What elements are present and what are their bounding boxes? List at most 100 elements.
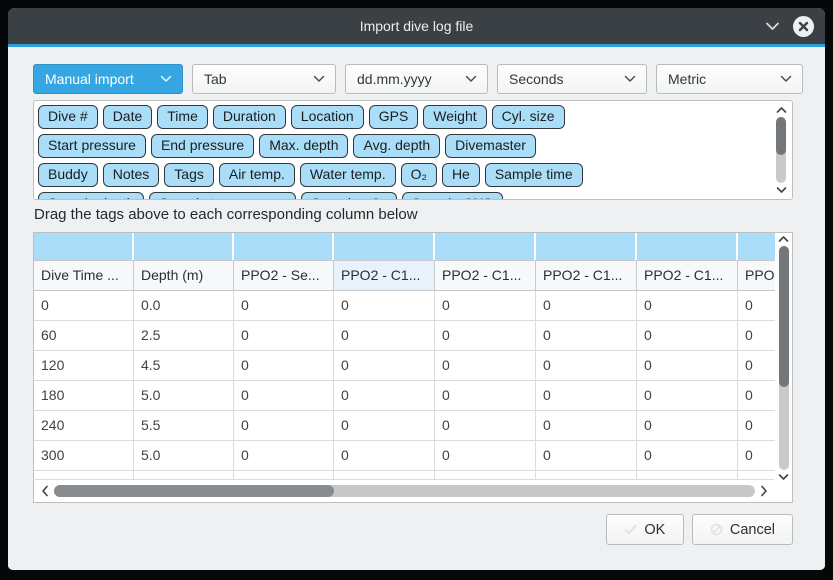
combobox-dd-mm-yyyy[interactable]: dd.mm.yyyy [345, 64, 488, 94]
tag-location[interactable]: Location [291, 105, 364, 129]
tag-tags[interactable]: Tags [164, 163, 214, 187]
table-cell: 0 [334, 441, 435, 471]
scroll-left-icon[interactable] [41, 485, 49, 497]
tag-buddy[interactable]: Buddy [38, 163, 98, 187]
table-row: 602.5000000 [34, 321, 775, 351]
tag-divemaster[interactable]: Divemaster [445, 134, 536, 158]
drop-target-cell[interactable] [34, 233, 134, 260]
scrollbar-thumb[interactable] [54, 485, 334, 497]
tag-o[interactable]: O₂ [401, 163, 437, 187]
table-cell [738, 471, 775, 479]
drop-target-cell[interactable] [134, 233, 234, 260]
window-title: Import dive log file [8, 18, 825, 34]
table-horizontal-scrollbar[interactable] [35, 479, 774, 502]
combobox-tab[interactable]: Tab [192, 64, 336, 94]
table-vertical-scrollbar[interactable] [775, 235, 792, 481]
combobox-value: dd.mm.yyyy [357, 71, 432, 87]
column-header: PPO2 - C1... [334, 261, 435, 290]
tag-sample-temperature[interactable]: Sample temperature [149, 192, 296, 200]
tag-row: Dive #DateTimeDurationLocationGPSWeightC… [38, 105, 770, 129]
table-cell [34, 471, 134, 479]
scrollbar-track[interactable] [779, 246, 789, 470]
tag-start-pressure[interactable]: Start pressure [38, 134, 146, 158]
table-cell: 0 [234, 291, 334, 321]
tag-water-temp[interactable]: Water temp. [300, 163, 396, 187]
table-cell: 4.5 [134, 351, 234, 381]
close-icon[interactable] [793, 16, 814, 37]
drop-target-cell[interactable] [637, 233, 738, 260]
drop-target-row [34, 233, 775, 261]
column-header: Depth (m) [134, 261, 234, 290]
combobox-value: Manual import [45, 71, 134, 87]
scroll-down-icon[interactable] [776, 186, 787, 194]
tag-time[interactable]: Time [157, 105, 208, 129]
table-cell: 240 [34, 411, 134, 441]
chevron-down-icon [780, 75, 792, 83]
tag-dive[interactable]: Dive # [38, 105, 98, 129]
scroll-up-icon[interactable] [778, 235, 789, 243]
scroll-right-icon[interactable] [760, 485, 768, 497]
tag-sample-cns[interactable]: Sample CNS [402, 192, 503, 200]
combobox-seconds[interactable]: Seconds [497, 64, 647, 94]
tag-sample-time[interactable]: Sample time [485, 163, 583, 187]
check-icon [624, 524, 637, 535]
table-row: 00.0000000 [34, 291, 775, 321]
cancel-button[interactable]: Cancel [692, 514, 793, 545]
drop-target-cell[interactable] [234, 233, 334, 260]
column-header: PPO2 - C1... [435, 261, 536, 290]
table-row [34, 471, 775, 479]
table-cell: 300 [34, 441, 134, 471]
drop-target-cell[interactable] [334, 233, 435, 260]
table-cell: 120 [34, 351, 134, 381]
tag-sample-po[interactable]: Sample pO₂ [301, 192, 396, 200]
scrollbar-track[interactable] [54, 485, 755, 497]
tag-avg-depth[interactable]: Avg. depth [353, 134, 440, 158]
tag-max-depth[interactable]: Max. depth [259, 134, 348, 158]
combobox-manual-import[interactable]: Manual import [33, 64, 183, 94]
table-cell: 0 [234, 441, 334, 471]
table-cell: 0 [334, 351, 435, 381]
drop-target-cell[interactable] [435, 233, 536, 260]
tags-scrollbar[interactable] [773, 106, 789, 194]
table-cell: 0 [637, 321, 738, 351]
scrollbar-thumb[interactable] [776, 117, 786, 155]
tag-date[interactable]: Date [103, 105, 153, 129]
table-cell: 0 [637, 291, 738, 321]
titlebar[interactable]: Import dive log file [8, 8, 825, 44]
scroll-up-icon[interactable] [776, 106, 787, 114]
drop-target-cell[interactable] [536, 233, 637, 260]
drop-target-cell[interactable] [738, 233, 775, 260]
scrollbar-track[interactable] [776, 117, 786, 183]
ok-button-label: OK [644, 522, 665, 538]
column-mapping-table: Dive Time ...Depth (m)PPO2 - Se...PPO2 -… [33, 232, 793, 503]
table-cell: 2.5 [134, 321, 234, 351]
table-cell: 0 [234, 351, 334, 381]
tag-row: BuddyNotesTagsAir temp.Water temp.O₂HeSa… [38, 163, 770, 187]
table-cell: 0 [738, 291, 775, 321]
tag-cyl-size[interactable]: Cyl. size [492, 105, 565, 129]
combobox-value: Tab [204, 71, 227, 87]
tag-weight[interactable]: Weight [423, 105, 486, 129]
scroll-down-icon[interactable] [778, 473, 789, 481]
table-cell: 180 [34, 381, 134, 411]
ok-button[interactable]: OK [606, 514, 684, 545]
combobox-metric[interactable]: Metric [656, 64, 803, 94]
table-cell: 0 [738, 351, 775, 381]
table-cell: 0 [334, 321, 435, 351]
tag-air-temp[interactable]: Air temp. [219, 163, 295, 187]
tag-gps[interactable]: GPS [369, 105, 419, 129]
dialog-window: Import dive log file Manual import Tab dd.… [8, 8, 825, 570]
titlebar-chevron-down-icon[interactable] [765, 21, 780, 31]
table-cell: 0 [536, 321, 637, 351]
scrollbar-thumb[interactable] [779, 246, 789, 387]
table-cell: 0 [637, 381, 738, 411]
table-row: 1204.5000000 [34, 351, 775, 381]
tag-notes[interactable]: Notes [103, 163, 160, 187]
tag-sample-depth[interactable]: Sample depth [38, 192, 144, 200]
table-row: 2405.5000000 [34, 411, 775, 441]
table-cell: 0 [738, 381, 775, 411]
tag-duration[interactable]: Duration [213, 105, 286, 129]
tag-end-pressure[interactable]: End pressure [151, 134, 254, 158]
table-cell: 0 [435, 411, 536, 441]
tag-he[interactable]: He [442, 163, 480, 187]
